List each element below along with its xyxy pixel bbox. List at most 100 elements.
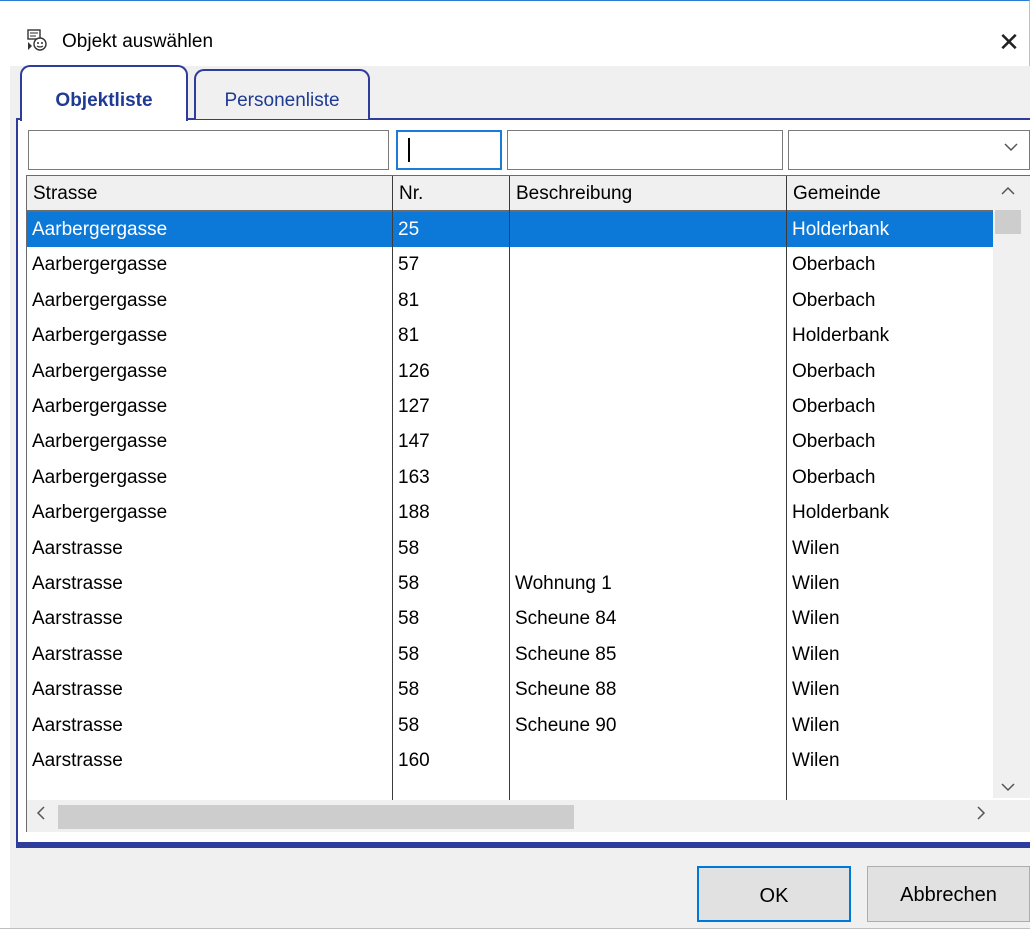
tab-objektliste[interactable]: Objektliste [20,65,188,121]
cell-nr: 58 [398,573,420,594]
cell-nr: 57 [398,254,420,276]
column-header-beschreibung[interactable]: Beschreibung [510,176,787,210]
cell-beschreibung: Scheune 90 [515,714,617,736]
chevron-down-icon[interactable] [1004,139,1018,157]
table-row[interactable]: Aarstrasse 58 Scheune 90 Wilen [27,708,995,743]
cell-nr: 127 [398,396,430,417]
cell-gemeinde: Oberbach [792,396,876,417]
cell-beschreibung [510,743,787,778]
cell-gemeinde: Holderbank [792,325,890,347]
cell-nr: 147 [398,431,430,453]
cell-nr: 25 [398,219,420,240]
filter-beschreibung-input[interactable] [507,130,783,170]
cell-strasse: Aarbergergasse [32,431,168,453]
cell-strasse: Aarstrasse [32,537,123,559]
cell-strasse: Aarbergergasse [32,254,168,276]
cell-beschreibung [510,354,787,389]
table-row[interactable]: Aarstrasse 58 Wilen [27,531,995,566]
cell-gemeinde: Oberbach [792,466,876,488]
text-caret [408,138,410,162]
cell-strasse: Aarbergergasse [32,325,168,347]
tab-personenliste[interactable]: Personenliste [194,69,370,119]
filter-nr-input[interactable] [396,130,502,170]
cell-strasse: Aarbergergasse [32,360,168,382]
cell-nr: 81 [398,325,420,347]
cell-beschreibung [510,283,787,318]
close-button[interactable]: ✕ [996,29,1022,55]
column-header-nr[interactable]: Nr. [393,176,510,210]
column-divider [786,176,787,800]
column-divider [392,176,393,800]
cell-gemeinde: Oberbach [792,289,876,311]
column-divider [509,176,510,800]
cell-strasse: Aarstrasse [32,643,123,665]
cell-beschreibung [510,318,787,353]
table-row[interactable]: Aarstrasse 58 Scheune 84 Wilen [27,601,995,636]
cell-beschreibung [510,424,787,459]
cell-nr: 58 [398,679,420,701]
table-row[interactable]: Aarbergergasse 25 Holderbank [27,212,995,248]
cell-beschreibung [510,247,787,282]
table-header: Strasse Nr. Beschreibung Gemeinde [27,176,995,212]
cell-beschreibung [510,212,787,247]
cell-beschreibung [510,531,787,566]
table-row[interactable]: Aarbergergasse 163 Oberbach [27,460,995,495]
cell-nr: 58 [398,537,420,559]
cell-nr: 126 [398,360,430,382]
horizontal-scroll-thumb[interactable] [58,805,574,829]
cell-strasse: Aarstrasse [32,714,123,736]
cell-gemeinde: Wilen [792,750,840,771]
app-icon [25,28,49,57]
table-row[interactable]: Aarbergergasse 126 Oberbach [27,354,995,389]
table-row[interactable]: Aarbergergasse 147 Oberbach [27,424,995,459]
cell-beschreibung [510,389,787,424]
ok-button[interactable]: OK [697,866,851,922]
cell-strasse: Aarbergergasse [32,289,168,311]
cell-gemeinde: Oberbach [792,254,876,276]
cell-beschreibung: Wohnung 1 [515,573,612,594]
tab-panel-bottom-border [16,842,1030,846]
column-header-gemeinde[interactable]: Gemeinde [787,176,995,210]
cell-strasse: Aarstrasse [32,750,123,771]
cell-nr: 163 [398,466,430,488]
column-header-strasse[interactable]: Strasse [27,176,393,210]
cell-gemeinde: Oberbach [792,360,876,382]
filter-gemeinde-dropdown[interactable] [788,130,1030,170]
filter-strasse-input[interactable] [28,130,389,170]
window-title: Objekt auswählen [62,31,214,52]
table-row[interactable]: Aarstrasse 160 Wilen [27,743,995,778]
table-row[interactable]: Aarstrasse 58 Scheune 85 Wilen [27,637,995,672]
cell-gemeinde: Holderbank [792,219,890,240]
cell-gemeinde: Wilen [792,608,840,630]
cell-beschreibung: Scheune 85 [515,643,617,665]
cell-nr: 58 [398,643,420,665]
table-row[interactable]: Aarbergergasse 127 Oberbach [27,389,995,424]
object-table: Strasse Nr. Beschreibung Gemeinde Aarber… [26,175,1030,800]
cell-nr: 160 [398,750,430,771]
cell-strasse: Aarbergergasse [32,466,168,488]
table-row[interactable]: Aarbergergasse 188 Holderbank [27,495,995,530]
scroll-left-icon[interactable] [36,804,46,827]
cell-strasse: Aarbergergasse [32,396,168,417]
vertical-scrollbar[interactable] [993,176,1030,798]
vertical-scroll-thumb[interactable] [995,210,1021,234]
scroll-right-icon[interactable] [976,804,986,827]
table-row[interactable]: Aarstrasse 58 Wohnung 1 Wilen [27,566,995,601]
cell-beschreibung [510,495,787,530]
scroll-up-icon[interactable] [1001,180,1015,201]
table-row[interactable]: Aarbergergasse 57 Oberbach [27,247,995,282]
table-row[interactable]: Aarbergergasse 81 Holderbank [27,318,995,353]
cell-gemeinde: Wilen [792,714,840,736]
cell-gemeinde: Wilen [792,643,840,665]
cell-strasse: Aarbergergasse [32,219,168,240]
table-row[interactable]: Aarbergergasse 81 Oberbach [27,283,995,318]
cell-gemeinde: Holderbank [792,502,890,524]
scroll-down-icon[interactable] [1001,776,1015,797]
cancel-button[interactable]: Abbrechen [867,866,1030,922]
close-icon: ✕ [998,27,1020,57]
cell-nr: 58 [398,714,420,736]
cell-beschreibung: Scheune 88 [515,679,617,701]
title-bar: Objekt auswählen [0,1,1029,52]
cell-strasse: Aarstrasse [32,679,123,701]
table-row[interactable]: Aarstrasse 58 Scheune 88 Wilen [27,672,995,707]
